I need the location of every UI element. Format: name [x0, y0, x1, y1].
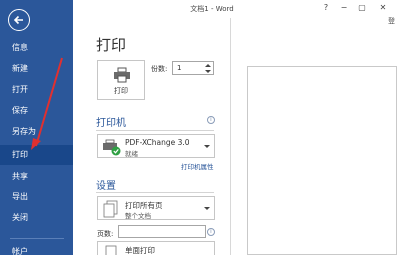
- info-icon[interactable]: i: [207, 116, 215, 124]
- printer-dropdown[interactable]: PDF-XChange 3.0 就绪: [97, 134, 215, 158]
- close-button[interactable]: ✕: [375, 2, 391, 14]
- sides-title: 单面打印: [125, 246, 155, 255]
- pane-separator: [230, 18, 231, 255]
- printer-ready-icon: [103, 139, 121, 156]
- help-button[interactable]: ?: [318, 2, 334, 14]
- one-sided-icon: [105, 245, 117, 255]
- section-divider: [96, 130, 214, 131]
- copies-label: 份数:: [151, 65, 168, 73]
- print-preview-page: [247, 66, 397, 255]
- window-title: 文档1 - Word: [190, 5, 234, 13]
- info-icon[interactable]: i: [207, 228, 215, 236]
- chevron-down-icon: [204, 145, 210, 148]
- chevron-down-icon: [204, 207, 210, 210]
- copies-value: 1: [177, 64, 182, 72]
- spin-up-icon[interactable]: [205, 63, 211, 68]
- settings-heading: 设置: [96, 181, 116, 192]
- pages-label: 页数:: [97, 230, 114, 238]
- minimize-button[interactable]: −: [336, 2, 352, 14]
- spin-down-icon[interactable]: [205, 69, 211, 74]
- page-title: 打印: [96, 36, 127, 54]
- print-button-label: 打印: [114, 87, 128, 95]
- section-divider: [96, 192, 214, 193]
- pages-icon: [103, 200, 118, 218]
- printer-name: PDF-XChange 3.0: [125, 138, 190, 147]
- printer-heading: 打印机: [96, 118, 126, 129]
- printer-icon: [114, 67, 130, 83]
- print-range-sub: 整个文档: [125, 212, 151, 220]
- printer-status: 就绪: [125, 150, 138, 158]
- printer-properties-link[interactable]: 打印机属性: [181, 161, 214, 171]
- print-range-dropdown[interactable]: 打印所有页 整个文档: [97, 196, 215, 220]
- pages-input[interactable]: [118, 225, 206, 238]
- restore-button[interactable]: ▢: [354, 2, 370, 14]
- sign-in-link[interactable]: 登: [388, 16, 395, 26]
- print-button[interactable]: 打印: [97, 60, 145, 100]
- sides-dropdown[interactable]: 单面打印: [97, 241, 215, 255]
- copies-stepper[interactable]: 1: [172, 61, 214, 75]
